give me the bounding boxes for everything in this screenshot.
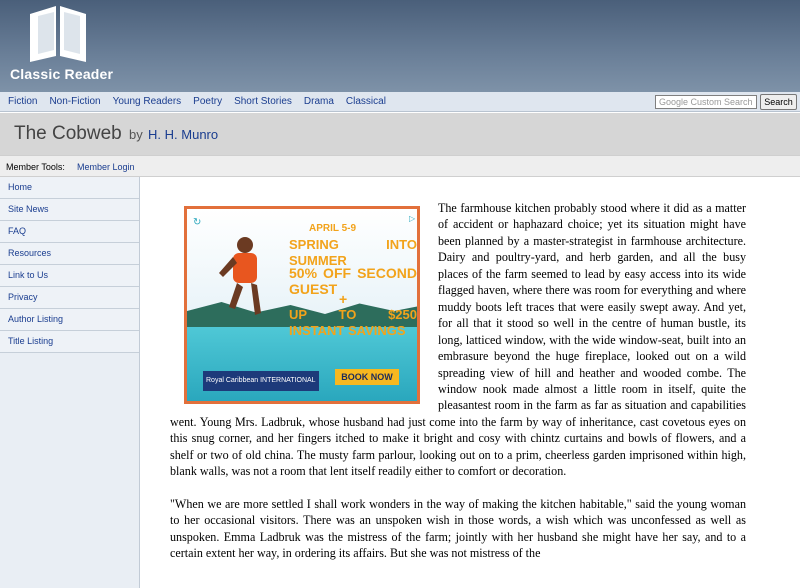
open-book-icon[interactable] (26, 4, 90, 64)
ad-frame: APRIL 5-9 SPRING INTO SUMMER 50% OFF SEC… (184, 206, 420, 404)
ad-plus: + (339, 291, 348, 307)
author-link[interactable]: H. H. Munro (148, 127, 218, 142)
by-label: by (129, 127, 143, 142)
nav-young-readers[interactable]: Young Readers (113, 96, 182, 107)
ad-offer: 50% OFF SECOND GUEST (289, 265, 417, 298)
sidebar-item-privacy[interactable]: Privacy (0, 287, 139, 309)
sidebar-item-faq[interactable]: FAQ (0, 221, 139, 243)
nav-short-stories[interactable]: Short Stories (234, 96, 292, 107)
nav-drama[interactable]: Drama (304, 96, 334, 107)
nav-fiction[interactable]: Fiction (8, 96, 37, 107)
ad-brand-logo: Royal Caribbean INTERNATIONAL (203, 371, 319, 392)
sidebar-item-link-to-us[interactable]: Link to Us (0, 265, 139, 287)
ad-choices-icon[interactable]: ▷ (409, 211, 417, 223)
sidebar-item-title-listing[interactable]: Title Listing (0, 331, 139, 353)
page-title: The Cobweb by H. H. Munro (14, 123, 218, 145)
search-button[interactable]: Search (760, 94, 797, 110)
advertisement[interactable]: APRIL 5-9 SPRING INTO SUMMER 50% OFF SEC… (184, 206, 420, 404)
sidebar-item-author-listing[interactable]: Author Listing (0, 309, 139, 331)
title-bar: The Cobweb by H. H. Munro (0, 113, 800, 155)
story-content: APRIL 5-9 SPRING INTO SUMMER 50% OFF SEC… (170, 200, 746, 578)
site-logo-text[interactable]: Classic Reader (10, 66, 113, 82)
ad-date: APRIL 5-9 (309, 223, 357, 234)
ad-refresh-icon: ↻ (193, 217, 202, 228)
ad-person-image (219, 237, 261, 315)
book-title: The Cobweb (14, 123, 122, 144)
sidebar: Home Site News FAQ Resources Link to Us … (0, 177, 140, 588)
ad-book-now-button[interactable]: BOOK NOW (335, 369, 399, 385)
sidebar-item-site-news[interactable]: Site News (0, 199, 139, 221)
member-toolbar: Member Tools: Member Login (0, 155, 800, 177)
site-header: Classic Reader (0, 0, 800, 92)
search-input[interactable]: Google Custom Search (655, 95, 757, 109)
ad-savings: UP TO $250 INSTANT SAVINGS (289, 307, 417, 339)
sidebar-item-resources[interactable]: Resources (0, 243, 139, 265)
nav-classical[interactable]: Classical (346, 96, 386, 107)
nav-poetry[interactable]: Poetry (193, 96, 222, 107)
nav-non-fiction[interactable]: Non-Fiction (49, 96, 100, 107)
story-paragraph: "When we are more settled I shall work w… (170, 496, 746, 561)
member-tools-label: Member Tools: (6, 162, 65, 172)
sidebar-item-home[interactable]: Home (0, 177, 139, 199)
member-login-link[interactable]: Member Login (77, 162, 135, 172)
